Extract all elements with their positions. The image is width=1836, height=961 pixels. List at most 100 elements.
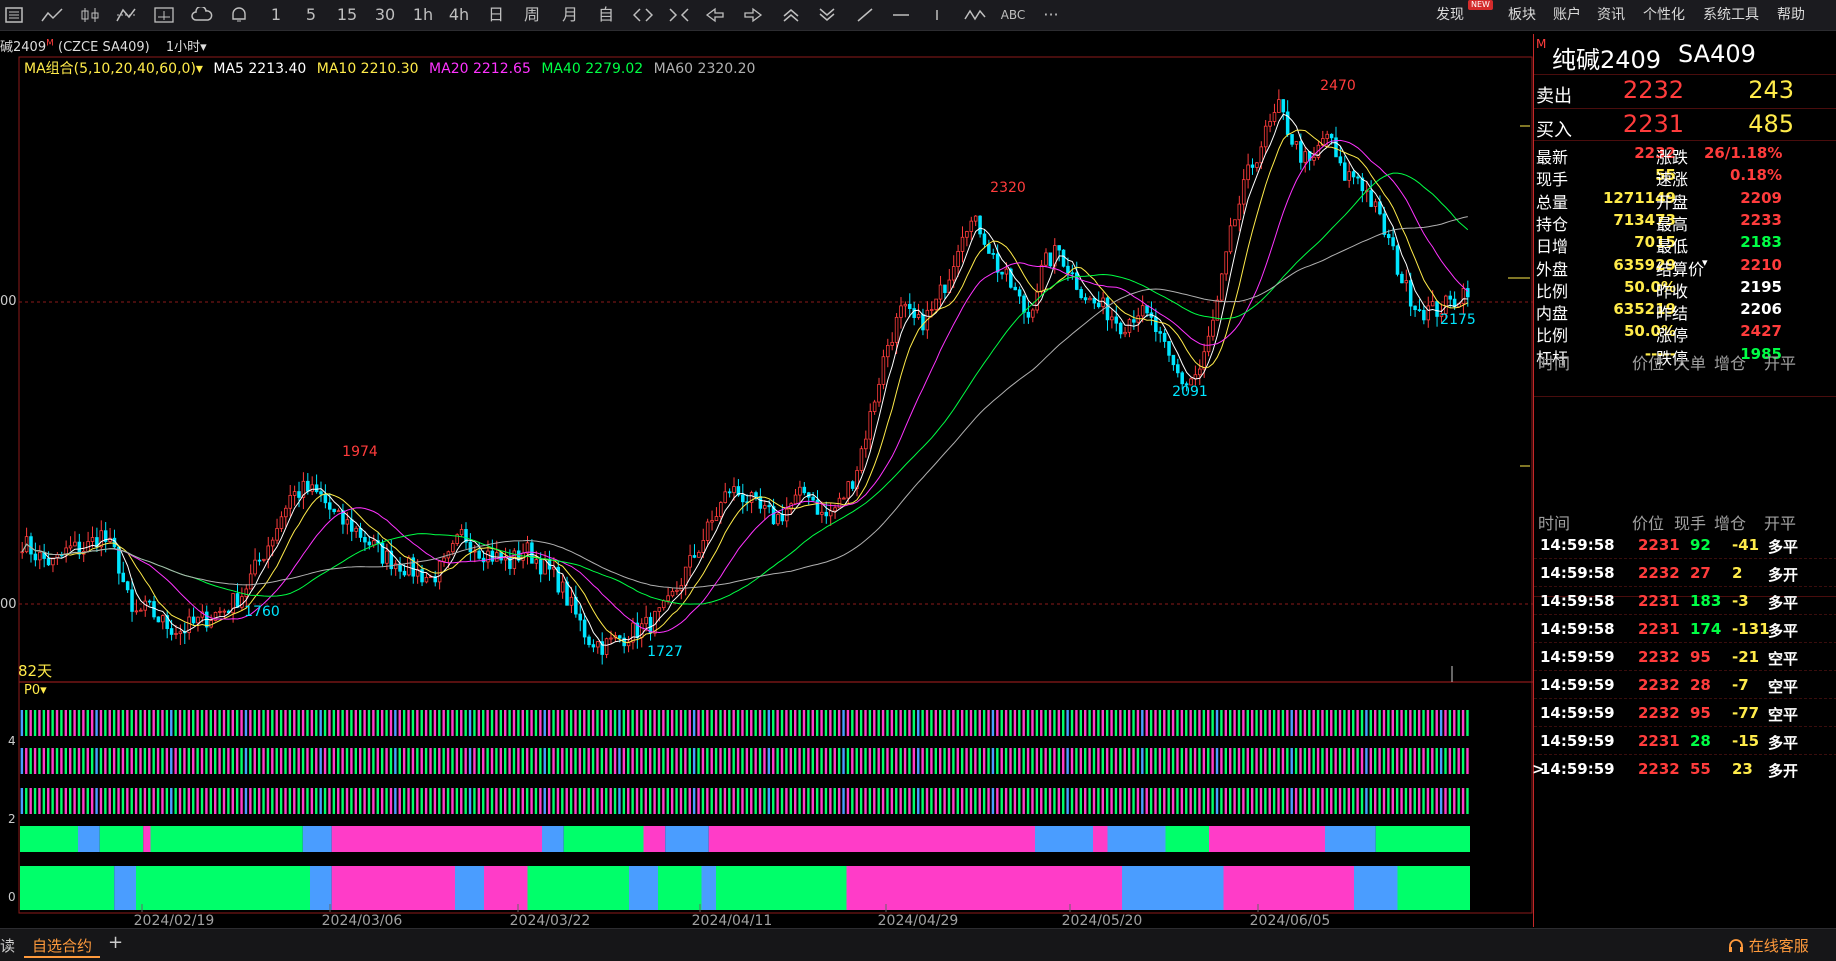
arrow-up-icon[interactable] <box>778 4 804 26</box>
tick-cell: 95 <box>1690 704 1711 722</box>
ma-combo-select[interactable]: MA组合(5,10,20,40,60,0)▾ <box>24 61 203 77</box>
sub-bar <box>776 748 779 774</box>
tick-row[interactable]: >14:59:59 2232 55 23 多开 <box>1532 755 1836 783</box>
tick-row[interactable]: 14:59:59 2232 95 -77 空平 <box>1534 699 1836 727</box>
sub-bar <box>1132 710 1135 736</box>
menu-personalize[interactable]: 个性化 <box>1643 4 1685 26</box>
arrow-right-icon[interactable] <box>740 4 766 26</box>
candle-body <box>442 557 446 562</box>
stat-value: 26/1.18% <box>1704 144 1783 162</box>
period-5[interactable]: 5 <box>300 4 322 26</box>
sub-bar <box>1035 788 1039 814</box>
sub-bar <box>99 748 103 774</box>
online-service-button[interactable]: 在线客服 <box>1728 935 1809 956</box>
sub-bar <box>974 710 977 736</box>
sub-bar <box>398 788 401 814</box>
candlestick-icon[interactable] <box>76 4 104 26</box>
period-1h[interactable]: 1h <box>410 4 436 26</box>
sub-block <box>136 866 310 910</box>
period-month[interactable]: 月 <box>558 4 582 26</box>
sub-bar <box>556 788 560 814</box>
big-order-col: 价位 <box>1632 354 1665 373</box>
sell-price[interactable]: 2232 <box>1574 76 1684 104</box>
split-icon[interactable] <box>112 4 140 26</box>
arrow-down-icon[interactable] <box>814 4 840 26</box>
sub-bar <box>741 748 744 774</box>
add-tab-button[interactable]: + <box>108 932 123 953</box>
candle-body <box>424 577 429 583</box>
menu-icon[interactable] <box>2 4 26 26</box>
period-custom[interactable]: 自 <box>594 4 618 26</box>
menu-account[interactable]: 账户 <box>1553 4 1581 26</box>
sub-bar <box>389 748 393 774</box>
sub-bar <box>719 788 722 814</box>
menu-discover[interactable]: 发现 <box>1436 4 1464 26</box>
period-30[interactable]: 30 <box>372 4 398 26</box>
menu-news[interactable]: 资讯 <box>1597 4 1625 26</box>
vline-icon[interactable] <box>926 4 948 26</box>
bell-icon[interactable] <box>226 4 252 26</box>
sub-bar <box>666 710 669 736</box>
tick-row[interactable]: 14:59:58 2231 174 -131 多平 <box>1534 615 1836 643</box>
sub-bar <box>235 788 239 814</box>
candle-body <box>1351 171 1356 178</box>
period-15[interactable]: 15 <box>334 4 360 26</box>
sub-bar <box>451 710 454 736</box>
menu-system-tools[interactable]: 系统工具 <box>1703 4 1759 26</box>
sub-bar <box>183 710 186 736</box>
sub-bar <box>367 748 371 774</box>
chart-frame <box>18 56 1533 914</box>
abc-button[interactable]: ABC <box>998 4 1028 26</box>
pen-icon[interactable] <box>852 4 878 26</box>
sub-indicator-select[interactable]: P0▾ <box>24 683 47 698</box>
sub-bar <box>358 788 362 814</box>
menu-help[interactable]: 帮助 <box>1777 4 1805 26</box>
candle-body <box>1211 319 1215 337</box>
candle-body <box>1338 156 1343 164</box>
tick-row[interactable]: 14:59:58 2231 92 -41 多平 <box>1534 531 1836 559</box>
expand-icon[interactable] <box>630 4 656 26</box>
more-button[interactable]: ··· <box>1038 4 1064 26</box>
draw-icon[interactable] <box>150 4 178 26</box>
tick-row[interactable]: 14:59:59 2232 28 -7 空平 <box>1534 671 1836 699</box>
candle-body <box>604 638 609 655</box>
period-1[interactable]: 1 <box>266 4 286 26</box>
sub-bar <box>55 710 59 736</box>
line-chart-icon[interactable] <box>38 4 66 26</box>
indicator-icon[interactable] <box>962 4 988 26</box>
buy-price[interactable]: 2231 <box>1574 110 1684 138</box>
sub-bar <box>1312 710 1315 736</box>
tick-row[interactable]: 14:59:58 2231 183 -3 多平 <box>1534 587 1836 615</box>
sub-bar <box>420 748 423 774</box>
sub-bar <box>1000 788 1003 814</box>
sub-bar <box>438 710 441 736</box>
sub-bar <box>890 788 894 814</box>
sub-bar <box>279 788 283 814</box>
bottom-left-tab[interactable]: 读 <box>0 935 15 956</box>
sub-block <box>1375 826 1470 852</box>
period-4h[interactable]: 4h <box>446 4 472 26</box>
kline-chart[interactable]: 1974 1760 1727 2320 2470 2091 2175 2024/02/19 2… <box>0 56 1533 926</box>
sub-block <box>1122 866 1224 910</box>
period-day[interactable]: 日 <box>484 4 508 26</box>
period-week[interactable]: 周 <box>520 4 544 26</box>
cloud-icon[interactable] <box>188 4 216 26</box>
sub-bar <box>1457 788 1460 814</box>
period-select[interactable]: 1小时▾ <box>166 40 207 55</box>
sub-bar <box>1000 748 1003 774</box>
sub-bar <box>1211 710 1214 736</box>
tick-row[interactable]: 14:59:59 2232 95 -21 空平 <box>1534 643 1836 671</box>
sub-bar <box>886 710 889 736</box>
tick-row[interactable]: 14:59:59 2231 28 -15 多平 <box>1534 727 1836 755</box>
sub-bar <box>785 710 788 736</box>
arrow-left-icon[interactable] <box>702 4 728 26</box>
sub-bar <box>578 788 582 814</box>
hline-icon[interactable] <box>888 4 914 26</box>
tick-row[interactable]: 14:59:58 2232 27 2 多开 <box>1534 559 1836 587</box>
chevron-down-icon[interactable]: ▾ <box>1702 256 1708 269</box>
candle-body <box>951 266 956 281</box>
sub-bar <box>367 710 371 736</box>
watchlist-tab[interactable]: 自选合约 <box>24 935 101 958</box>
menu-sector[interactable]: 板块 <box>1508 4 1536 26</box>
compress-icon[interactable] <box>666 4 692 26</box>
